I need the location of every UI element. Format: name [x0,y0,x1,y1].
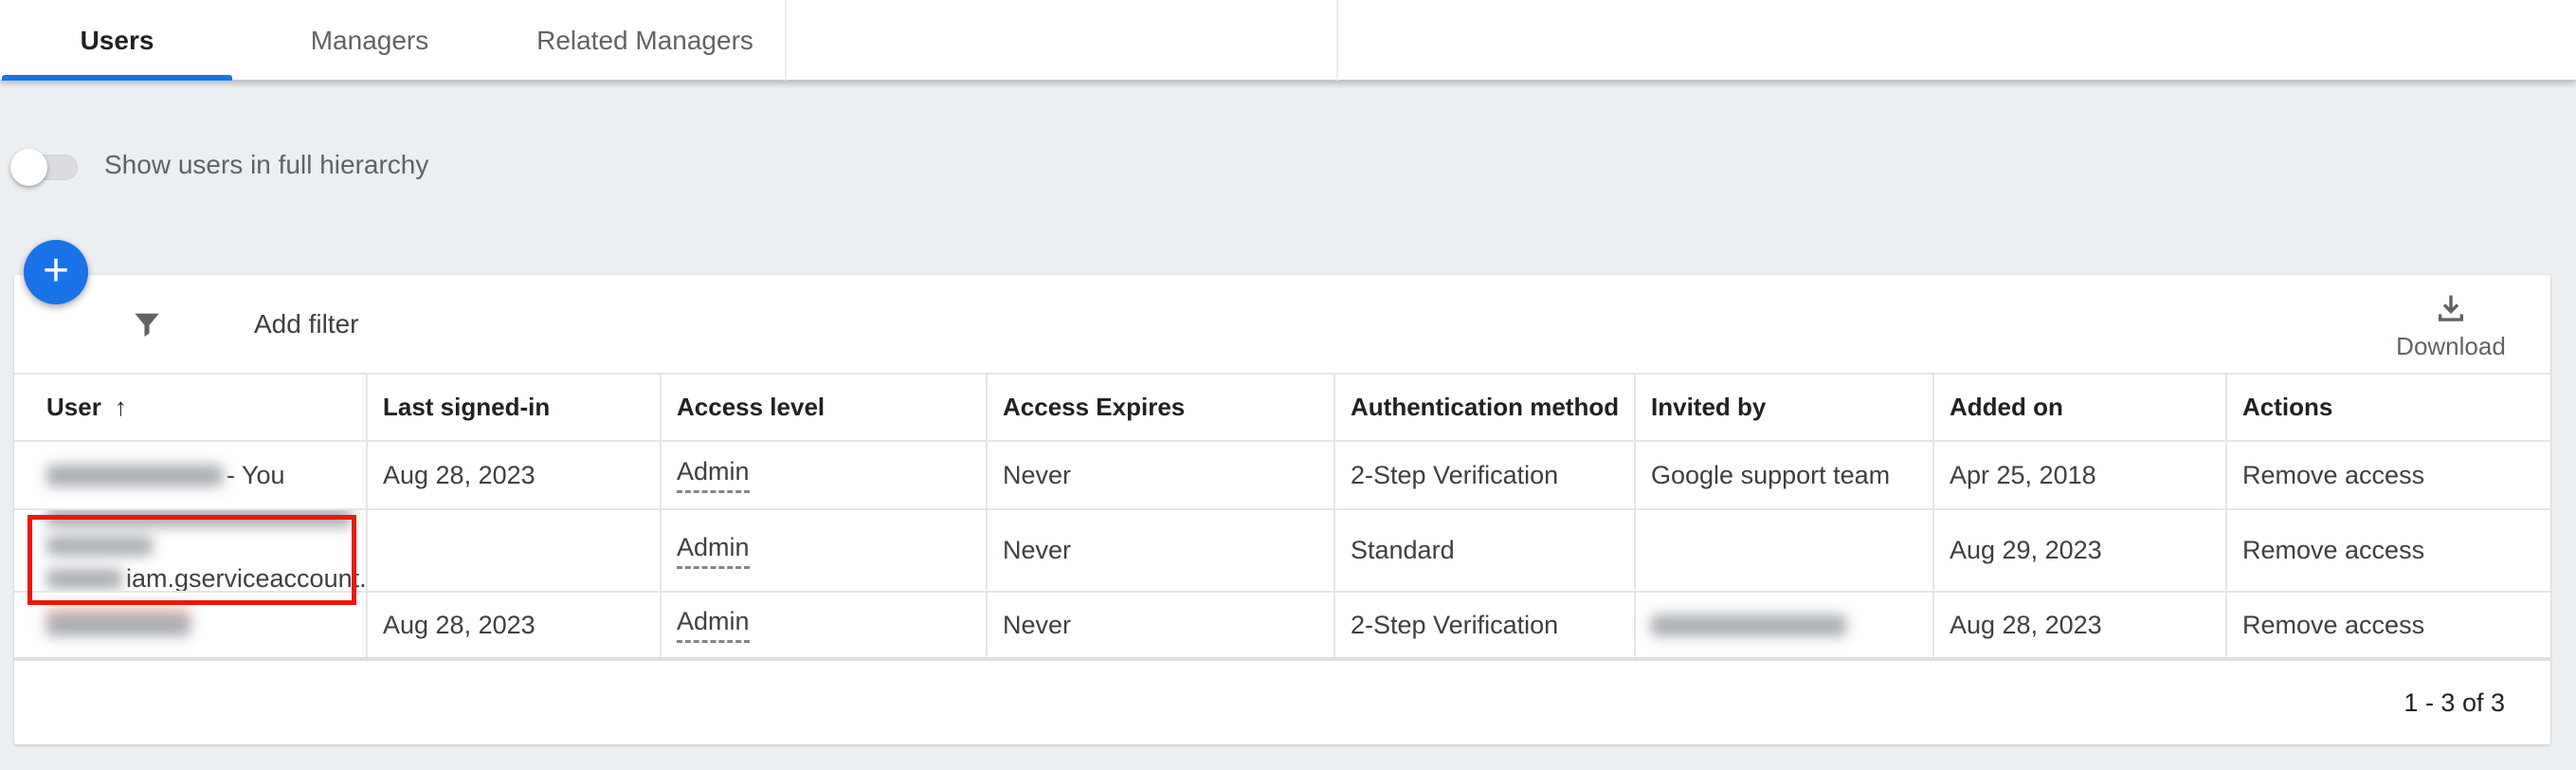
column-header-invited-by[interactable]: Invited by [1634,375,1932,440]
table-header-row: User ↑ Last signed-in Access level Acces… [14,373,2550,440]
service-account-lines: iam.gserviceaccount.com [46,510,366,591]
toggle-thumb [10,149,47,186]
table-toolbar: Add filter Download [14,275,2550,373]
user-cell [14,593,366,657]
redacted-service-account-line3 [46,569,122,589]
tab-users[interactable]: Users [0,0,234,81]
column-header-user[interactable]: User ↑ [14,375,366,440]
tab-list: Users Managers Related Managers [0,0,785,81]
redacted-user-email [46,614,190,636]
table-footer: 1 - 3 of 3 [14,661,2550,744]
table-row: Aug 28, 2023 Admin Never 2-Step Verifica… [14,591,2550,661]
redacted-invited-by [1651,614,1846,636]
service-account-domain: iam.gserviceaccount.com [126,564,366,591]
pagination-label: 1 - 3 of 3 [2404,688,2505,718]
column-header-actions: Actions [2225,375,2550,440]
added-on-cell: Apr 25, 2018 [1932,442,2225,508]
auth-method-cell: Standard [1333,510,1634,591]
column-header-access-expires[interactable]: Access Expires [986,375,1333,440]
column-header-last-signed-in[interactable]: Last signed-in [366,375,660,440]
tab-users-label: Users [81,26,154,56]
added-on-cell: Aug 28, 2023 [1932,593,2225,657]
active-tab-underline [2,75,232,81]
access-level-cell[interactable]: Admin [660,593,986,657]
access-level-cell[interactable]: Admin [660,510,986,591]
column-header-auth-method[interactable]: Authentication method [1333,375,1634,440]
top-tab-bar: Users Managers Related Managers [0,0,2576,81]
invited-by-cell [1634,510,1932,591]
sort-ascending-icon[interactable]: ↑ [115,393,127,422]
redacted-user-email [46,465,223,486]
last-signed-in-cell: Aug 28, 2023 [366,442,660,508]
topbar-artifact-line [1336,0,1338,81]
table-row: - You Aug 28, 2023 Admin Never 2-Step Ve… [14,440,2550,508]
auth-method-cell: 2-Step Verification [1333,593,1634,657]
download-icon [2435,292,2467,324]
tab-related-managers[interactable]: Related Managers [505,0,785,81]
invited-by-cell [1634,593,1932,657]
tab-related-managers-label: Related Managers [536,26,753,56]
download-button[interactable]: Download [2389,284,2513,368]
access-expires-cell: Never [986,510,1333,591]
tab-managers-label: Managers [311,26,429,56]
add-filter-label: Add filter [254,309,359,339]
tab-managers[interactable]: Managers [234,0,505,81]
user-cell: iam.gserviceaccount.com [14,510,366,591]
remove-access-action[interactable]: Remove access [2225,510,2550,591]
download-label: Download [2396,332,2506,361]
user-you-suffix: - You [227,461,285,490]
remove-access-action[interactable]: Remove access [2225,442,2550,508]
users-table-card: Add filter Download User ↑ Last signed-i… [14,275,2550,744]
added-on-cell: Aug 29, 2023 [1932,510,2225,591]
access-level-cell[interactable]: Admin [660,442,986,508]
column-header-added-on[interactable]: Added on [1932,375,2225,440]
auth-method-cell: 2-Step Verification [1333,442,1634,508]
redacted-service-account-line2 [46,536,153,556]
access-expires-cell: Never [986,593,1333,657]
last-signed-in-cell: Aug 28, 2023 [366,593,660,657]
topbar-artifact-line [785,0,787,81]
plus-icon: + [43,248,69,294]
redacted-service-account-line1 [46,510,352,527]
toggle-label: Show users in full hierarchy [104,150,428,180]
access-expires-cell: Never [986,442,1333,508]
users-table: User ↑ Last signed-in Access level Acces… [14,373,2550,661]
filter-funnel-icon [131,308,163,340]
add-user-button[interactable]: + [24,240,88,304]
add-filter-button[interactable]: Add filter [109,275,359,373]
hierarchy-toggle-row: Show users in full hierarchy [12,150,428,180]
remove-access-action[interactable]: Remove access [2225,593,2550,657]
invited-by-cell: Google support team [1634,442,1932,508]
column-header-access-level[interactable]: Access level [660,375,986,440]
table-row: iam.gserviceaccount.com Admin Never Stan… [14,508,2550,591]
last-signed-in-cell [366,510,660,591]
show-users-hierarchy-toggle[interactable] [12,155,78,180]
user-cell: - You [14,442,366,508]
